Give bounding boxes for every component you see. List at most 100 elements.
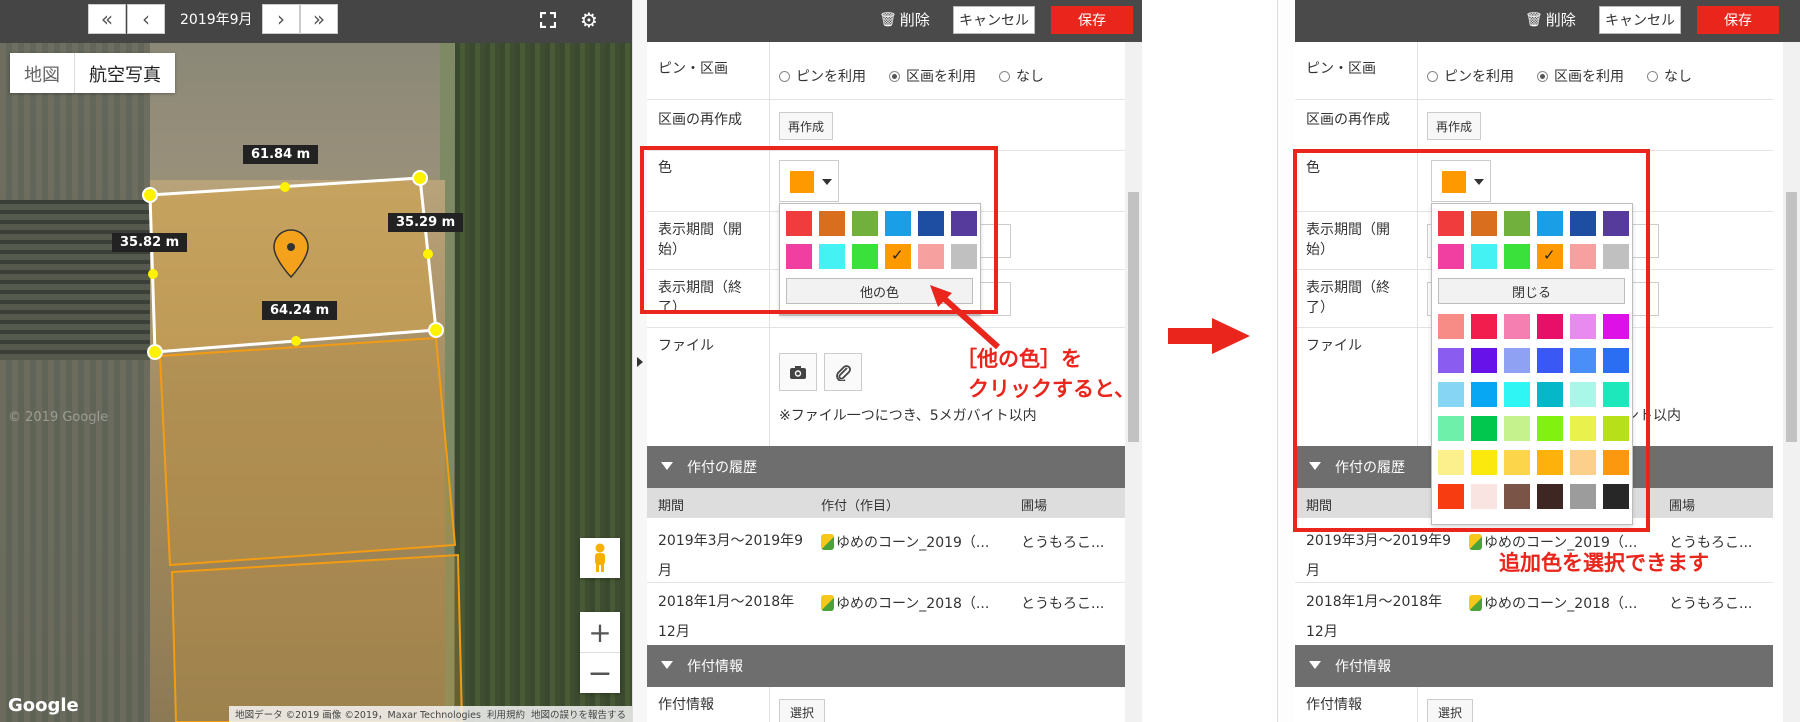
gear-icon[interactable]: ⚙	[580, 10, 598, 30]
radio-use-pin[interactable]: ピンを利用	[1427, 66, 1514, 86]
terms-link[interactable]: 利用規約	[487, 707, 525, 721]
trash-icon: 🗑	[879, 11, 897, 28]
history-header: 期間 作付（作目） 圃場	[647, 488, 1125, 518]
radio-none[interactable]: なし	[999, 66, 1044, 86]
map-attribution: 地図データ ©2019 画像 ©2019，Maxar Technologies …	[229, 706, 632, 722]
radio-circle	[999, 70, 1010, 82]
corn-icon	[821, 595, 834, 611]
trash-icon: 🗑	[1525, 11, 1543, 28]
midpoint-handle	[148, 269, 158, 279]
map-overlay	[142, 170, 464, 722]
street-view-button[interactable]	[580, 538, 620, 578]
annotation-result: 追加色を選択できます	[1499, 551, 1709, 575]
corn-icon	[821, 534, 834, 550]
prev-year-button[interactable]: «	[88, 4, 126, 34]
info-title: 作付情報	[687, 659, 743, 675]
radio-circle	[1647, 70, 1658, 82]
fullscreen-icon[interactable]	[539, 11, 557, 29]
history-col-crop: 作付（作目）	[821, 499, 900, 514]
report-link[interactable]: 地図の誤りを報告する	[531, 707, 626, 721]
corn-icon	[1469, 534, 1482, 550]
vertex-handle	[428, 322, 444, 338]
google-logo: Google	[8, 695, 79, 716]
cancel-button[interactable]: キャンセル	[953, 6, 1035, 34]
delete-label: 削除	[899, 11, 930, 29]
panel-toggle-left[interactable]	[632, 0, 648, 722]
pin-area-row: ピン・区画 ピンを利用 区画を利用 なし	[647, 42, 1125, 100]
map-type-satellite[interactable]: 航空写真	[75, 53, 175, 93]
history-crop: ゆめのコーン_2018（...	[1469, 593, 1637, 613]
attribution-text: 地図データ ©2019 画像 ©2019，Maxar Technologies	[235, 710, 481, 721]
panel-toolbar: 🗑 削除 キャンセル 保存	[1295, 0, 1800, 42]
area-polygon	[170, 553, 464, 722]
history-field: とうもろこ...	[1021, 596, 1105, 612]
attach-button[interactable]	[824, 353, 862, 391]
collapse-triangle-icon	[661, 462, 673, 470]
info-row: 作付情報 選択	[1295, 687, 1773, 722]
measurement-left: 35.82 m	[112, 233, 188, 252]
info-section[interactable]: 作付情報	[647, 645, 1125, 687]
next-month-button[interactable]: ›	[262, 4, 300, 34]
radio-none[interactable]: なし	[1647, 66, 1692, 86]
radio-label: ピンを利用	[1444, 69, 1514, 85]
midpoint-handle	[423, 249, 433, 259]
scroll-thumb[interactable]	[1786, 192, 1797, 442]
scroll-thumb[interactable]	[1128, 192, 1139, 442]
delete-button[interactable]: 🗑 削除	[879, 9, 930, 30]
zoom-in-button[interactable]: +	[580, 612, 620, 653]
history-title: 作付の履歴	[687, 460, 757, 476]
next-year-button[interactable]: »	[300, 4, 338, 34]
annotation-click-1: ［他の色］を	[956, 347, 1082, 371]
zoom-out-button[interactable]: −	[580, 653, 620, 693]
area-polygon	[158, 336, 457, 567]
map-toolbar: « ‹ 2019年9月 › » ⚙	[0, 0, 632, 43]
history-period: 2018年1月〜2018年 12月	[1306, 594, 1443, 640]
map-view[interactable]: 61.84 m 35.82 m 35.29 m 64.24 m © 2019 G…	[0, 0, 632, 722]
delete-label: 削除	[1545, 11, 1576, 29]
radio-use-area[interactable]: 区画を利用	[889, 66, 976, 86]
cancel-button[interactable]: キャンセル	[1599, 6, 1681, 34]
recreate-button[interactable]: 再作成	[779, 112, 833, 140]
radio-circle	[1427, 70, 1438, 82]
panel-scrollbar[interactable]	[1783, 42, 1800, 722]
midpoint-handle	[291, 336, 301, 346]
select-button[interactable]: 選択	[779, 699, 825, 722]
info-label: 作付情報	[658, 697, 714, 713]
vertex-handle	[142, 187, 158, 203]
recreate-button[interactable]: 再作成	[1427, 112, 1481, 140]
history-crop: ゆめのコーン_2019（...	[821, 532, 989, 552]
map-type-map[interactable]: 地図	[10, 53, 75, 93]
info-row: 作付情報 選択	[647, 687, 1125, 722]
save-button[interactable]: 保存	[1697, 6, 1779, 34]
radio-circle	[1537, 70, 1548, 82]
panel-toggle-right[interactable]	[1277, 0, 1294, 722]
transition-arrow	[1168, 318, 1250, 354]
select-button[interactable]: 選択	[1427, 699, 1473, 722]
radio-label: 区画を利用	[1554, 69, 1624, 85]
pin-area-row: ピン・区画 ピンを利用 区画を利用 なし	[1295, 42, 1773, 100]
radio-label: なし	[1016, 69, 1044, 85]
table-row[interactable]: 2018年1月〜2018年 12月 ゆめのコーン_2018（... とうもろこ..…	[1295, 583, 1773, 646]
table-row[interactable]: 2019年3月〜2019年9 月 ゆめのコーン_2019（... とうもろこ...	[647, 518, 1125, 583]
info-section[interactable]: 作付情報	[1295, 645, 1773, 687]
camera-button[interactable]	[779, 353, 817, 391]
history-col-field: 圃場	[1021, 499, 1048, 514]
info-label: 作付情報	[1306, 697, 1362, 713]
history-period: 2019年3月〜2019年9 月	[1306, 533, 1452, 579]
save-button[interactable]: 保存	[1051, 6, 1133, 34]
table-row[interactable]: 2018年1月〜2018年 12月 ゆめのコーン_2018（... とうもろこ..…	[647, 583, 1125, 646]
radio-label: ピンを利用	[796, 69, 866, 85]
map-date-label: 2019年9月	[180, 12, 253, 28]
history-crop: ゆめのコーン_2018（...	[821, 593, 989, 613]
radio-label: 区画を利用	[906, 69, 976, 85]
delete-button[interactable]: 🗑 削除	[1525, 9, 1576, 30]
history-section[interactable]: 作付の履歴	[647, 446, 1125, 488]
collapse-triangle-icon	[1309, 661, 1321, 669]
camera-icon	[790, 365, 806, 379]
history-period: 2019年3月〜2019年9 月	[658, 533, 804, 579]
prev-month-button[interactable]: ‹	[127, 4, 165, 34]
vertex-handle	[412, 170, 428, 186]
radio-use-pin[interactable]: ピンを利用	[779, 66, 866, 86]
radio-use-area[interactable]: 区画を利用	[1537, 66, 1624, 86]
history-period: 2018年1月〜2018年 12月	[658, 594, 795, 640]
